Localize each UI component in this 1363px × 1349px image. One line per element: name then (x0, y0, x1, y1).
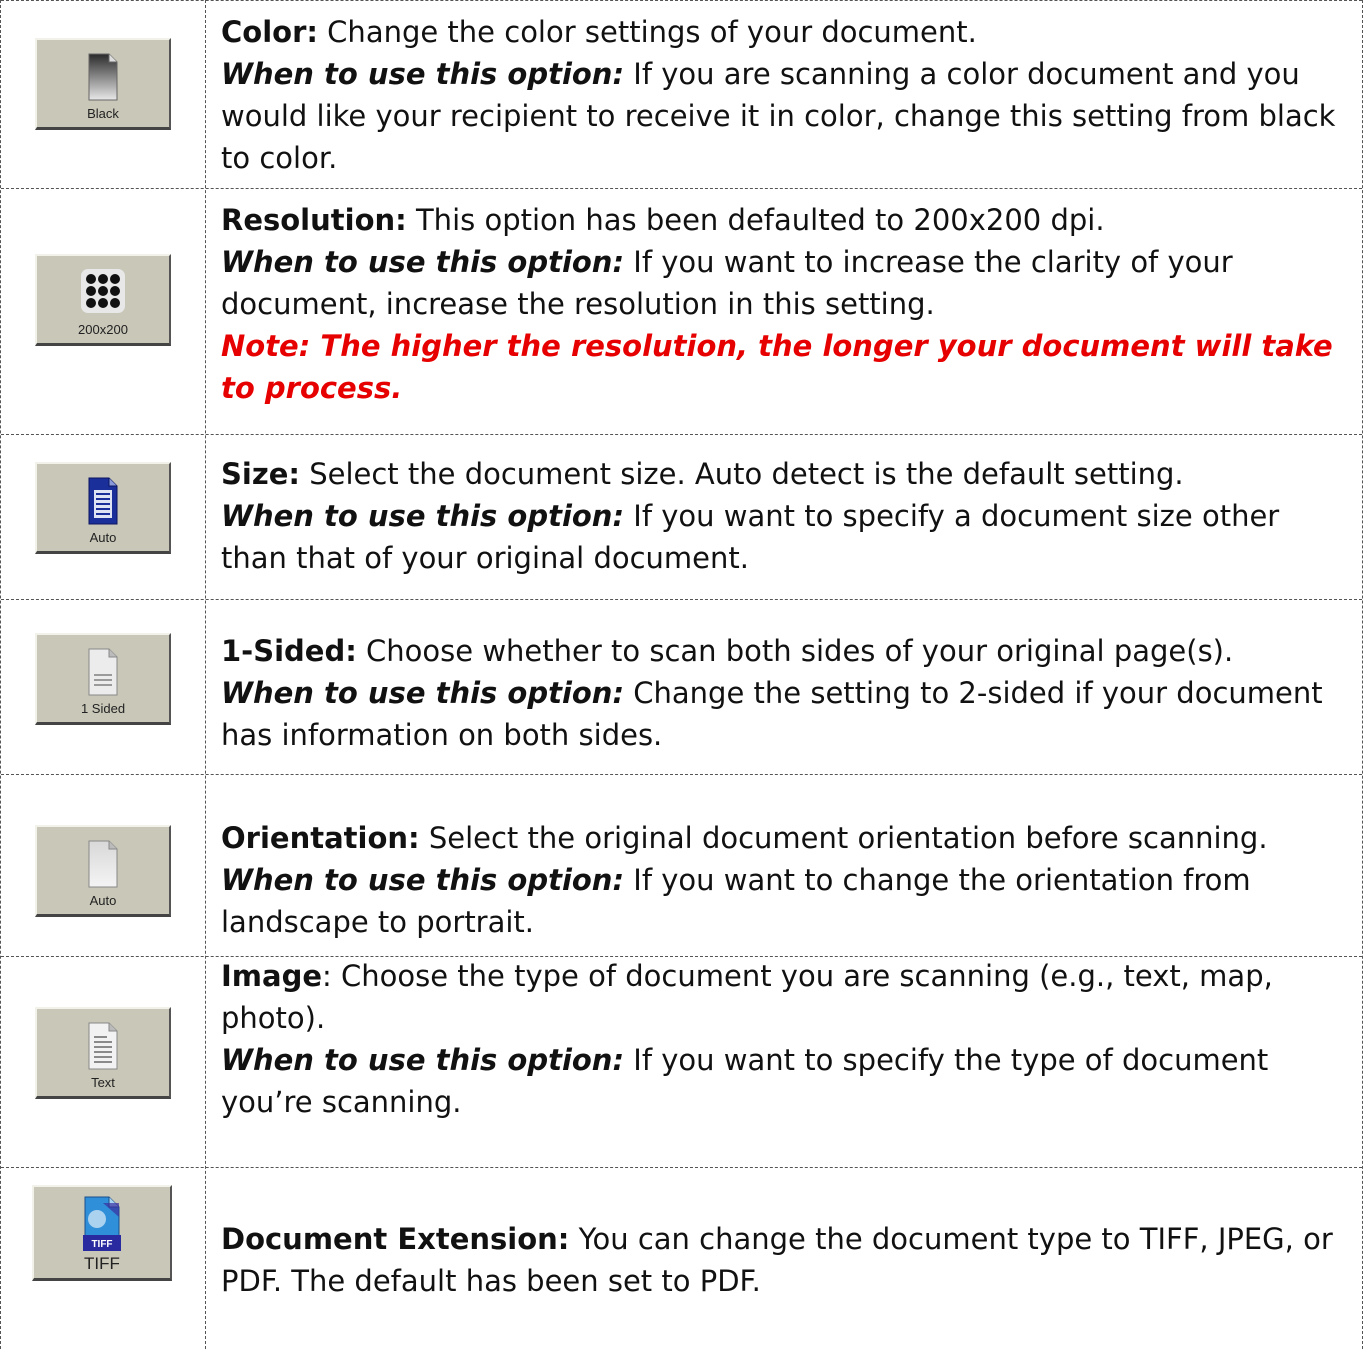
description-cell: 1-Sided: Choose whether to scan both sid… (221, 630, 1348, 756)
when-label: When to use this option: (221, 676, 625, 710)
one-sided-page-icon (88, 648, 118, 696)
option-description: Choose whether to scan both sides of you… (356, 634, 1234, 668)
option-label: Color: (221, 15, 318, 49)
document-extension-button[interactable]: TIFF TIFF (32, 1185, 172, 1281)
image-button[interactable]: Text (35, 1007, 171, 1099)
orientation-button[interactable]: Auto (35, 825, 171, 917)
option-description: Change the color settings of your docume… (317, 15, 977, 49)
button-label: Auto (89, 530, 117, 545)
orientation-page-icon (88, 840, 118, 888)
tiff-badge-text: TIFF (91, 1239, 112, 1250)
when-label: When to use this option: (221, 1043, 625, 1077)
icon-cell: 1 Sided (1, 600, 206, 774)
sides-button[interactable]: 1 Sided (35, 633, 171, 725)
button-label: 1 Sided (80, 701, 126, 716)
tiff-file-icon: TIFF (83, 1196, 121, 1251)
option-label: Document Extension: (221, 1222, 570, 1256)
button-label: Auto (89, 893, 117, 908)
button-label: TIFF (84, 1254, 120, 1273)
option-label: Resolution: (221, 203, 407, 237)
table-row-document-extension: TIFF TIFF Document Extension: You can ch… (1, 1168, 1362, 1349)
description-cell: Document Extension: You can change the d… (221, 1218, 1348, 1302)
description-cell: Resolution: This option has been default… (221, 199, 1348, 409)
option-description: This option has been defaulted to 200x20… (406, 203, 1105, 237)
option-description: Select the document size. Auto detect is… (299, 457, 1184, 491)
icon-cell: Auto (1, 435, 206, 599)
icon-cell: Text (1, 957, 206, 1167)
table-row-image: Text Image: Choose the type of document … (1, 957, 1362, 1168)
dot-grid-icon (81, 269, 125, 313)
option-label: Orientation: (221, 821, 420, 855)
text-page-icon (88, 1022, 118, 1070)
option-label: Image (221, 959, 323, 993)
icon-cell: TIFF TIFF (1, 1168, 206, 1349)
table-row-size: Auto Size: Select the document size. Aut… (1, 435, 1362, 600)
option-description: Select the original document orientation… (419, 821, 1268, 855)
icon-cell: 200x200 (1, 189, 206, 434)
description-cell: Orientation: Select the original documen… (221, 817, 1348, 943)
option-label: 1-Sided: (221, 634, 357, 668)
when-label: When to use this option: (221, 499, 625, 533)
icon-cell: Black (1, 1, 206, 188)
when-label: When to use this option: (221, 863, 625, 897)
table-row-resolution: 200x200 Resolution: This option has been… (1, 189, 1362, 435)
icon-cell: Auto (1, 775, 206, 956)
description-cell: Image: Choose the type of document you a… (221, 955, 1348, 1123)
when-label: When to use this option: (221, 57, 625, 91)
button-label: Text (91, 1075, 115, 1090)
description-cell: Size: Select the document size. Auto det… (221, 453, 1348, 579)
description-cell: Color: Change the color settings of your… (221, 11, 1348, 179)
table-row-color: Black Color: Change the color settings o… (1, 0, 1362, 189)
size-button[interactable]: Auto (35, 462, 171, 554)
button-label: 200x200 (78, 322, 128, 337)
color-button[interactable]: Black (35, 38, 171, 130)
option-description: : Choose the type of document you are sc… (221, 959, 1273, 1035)
resolution-button[interactable]: 200x200 (35, 254, 171, 346)
blank-page-icon (88, 53, 118, 101)
button-label: Black (87, 106, 119, 121)
table-row-sides: 1 Sided 1-Sided: Choose whether to scan … (1, 600, 1362, 775)
when-label: When to use this option: (221, 245, 625, 279)
option-label: Size: (221, 457, 300, 491)
table-row-orientation: Auto Orientation: Select the original do… (1, 775, 1362, 957)
note-text: Note: The higher the resolution, the lon… (221, 329, 1333, 405)
document-size-icon (88, 477, 118, 525)
